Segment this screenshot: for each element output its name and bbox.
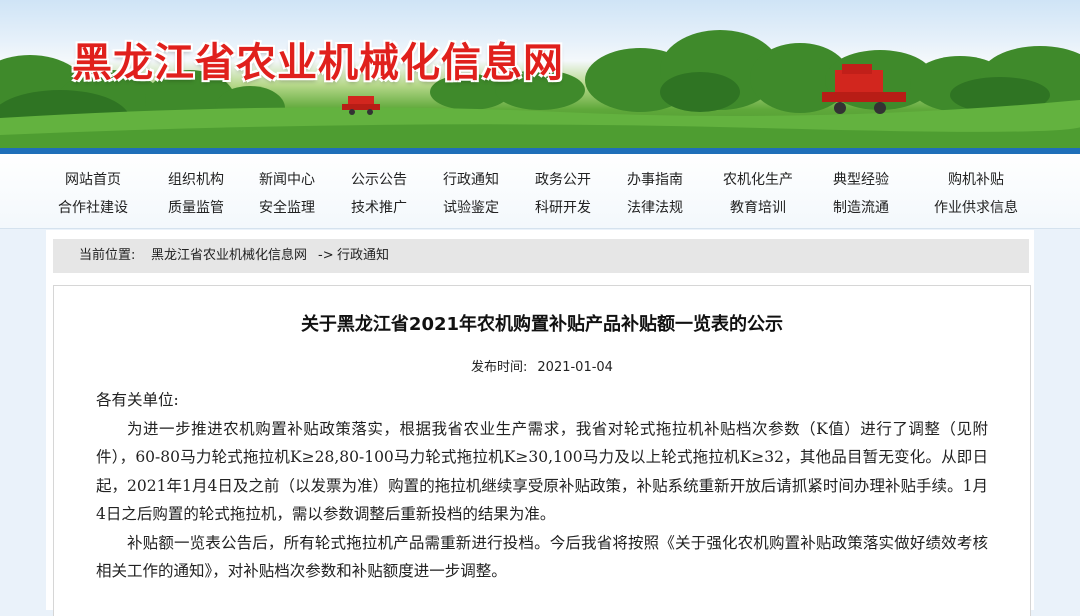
nav-laws-regulations[interactable]: 法律法规 (627, 197, 683, 217)
nav-organization[interactable]: 组织机构 (168, 169, 224, 189)
nav-manufacturing-circulation[interactable]: 制造流通 (833, 197, 889, 217)
article-salutation: 各有关单位: (96, 391, 179, 409)
main-navigation: 网站首页 组织机构 新闻中心 公示公告 行政通知 政务公开 办事指南 农机化生产… (0, 154, 1080, 229)
nav-test-appraisal[interactable]: 试验鉴定 (443, 197, 499, 217)
nav-research-development[interactable]: 科研开发 (535, 197, 591, 217)
article-title: 关于黑龙江省2021年农机购置补贴产品补贴额一览表的公示 (300, 314, 784, 335)
nav-announcements[interactable]: 公示公告 (351, 169, 407, 189)
breadcrumb-current-link[interactable]: 行政通知 (337, 239, 389, 273)
nav-cooperative-construction[interactable]: 合作社建设 (58, 197, 128, 217)
nav-government-affairs[interactable]: 政务公开 (535, 169, 591, 189)
article-paragraph: 为进一步推进农机购置补贴政策落实，根据我省农业生产需求，我省对轮式拖拉机补贴档次… (96, 419, 988, 524)
nav-operation-supply-demand[interactable]: 作业供求信息 (934, 197, 1018, 217)
nav-home[interactable]: 网站首页 (65, 169, 121, 189)
article-paragraph: 补贴额一览表公告后，所有轮式拖拉机产品需重新进行投档。今后我省将按照《关于强化农… (96, 533, 988, 581)
nav-safety-supervision[interactable]: 安全监理 (259, 197, 315, 217)
site-title[interactable]: 黑龙江省农业机械化信息网 (72, 30, 564, 88)
article: 关于黑龙江省2021年农机购置补贴产品补贴额一览表的公示 发布时间: 2021-0… (53, 285, 1031, 616)
nav-technology-promotion[interactable]: 技术推广 (351, 197, 407, 217)
nav-purchase-subsidy[interactable]: 购机补贴 (948, 169, 1004, 189)
publish-date-value: 2021-01-04 (537, 360, 613, 375)
breadcrumb: 当前位置: 黑龙江省农业机械化信息网 -> 行政通知 (53, 239, 1029, 273)
nav-quality-supervision[interactable]: 质量监管 (168, 197, 224, 217)
breadcrumb-label: 当前位置: (79, 248, 136, 263)
publish-date-label: 发布时间: (471, 360, 528, 375)
breadcrumb-separator: -> (318, 248, 334, 263)
nav-typical-experience[interactable]: 典型经验 (833, 169, 889, 189)
header-banner: 黑龙江省农业机械化信息网 (0, 0, 1080, 152)
nav-administrative-notices[interactable]: 行政通知 (443, 169, 499, 189)
nav-news-center[interactable]: 新闻中心 (259, 169, 315, 189)
article-body: 各有关单位: 为进一步推进农机购置补贴政策落实，根据我省农业生产需求，我省对轮式… (96, 386, 988, 586)
nav-mechanized-production[interactable]: 农机化生产 (723, 169, 793, 189)
breadcrumb-home-link[interactable]: 黑龙江省农业机械化信息网 (151, 239, 307, 273)
nav-service-guide[interactable]: 办事指南 (627, 169, 683, 189)
nav-education-training[interactable]: 教育培训 (730, 197, 786, 217)
publish-date: 发布时间: 2021-01-04 (54, 356, 1030, 375)
